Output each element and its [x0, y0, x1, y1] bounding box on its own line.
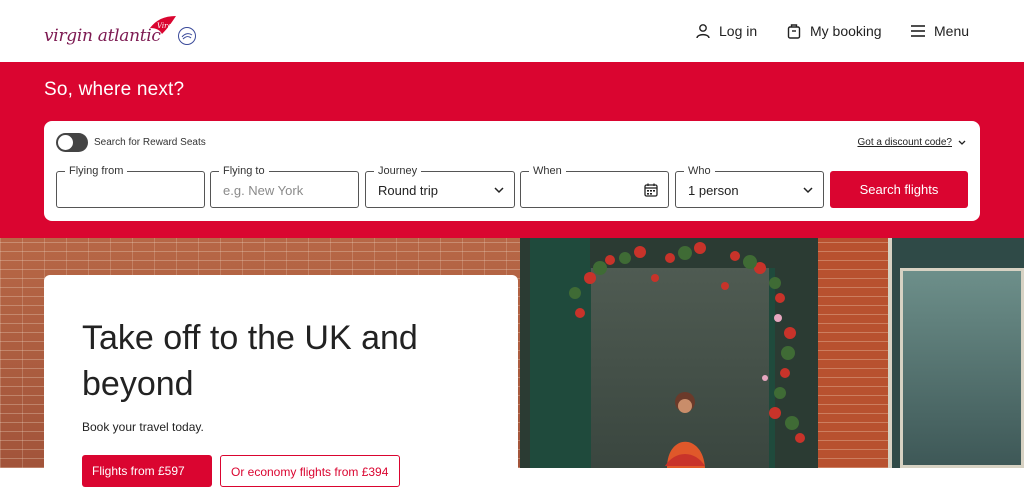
- search-flights-button[interactable]: Search flights: [830, 171, 968, 208]
- toggle-knob: [58, 135, 73, 150]
- my-booking-label: My booking: [810, 23, 882, 39]
- journey-label: Journey: [374, 164, 422, 178]
- virgin-atlantic-logo[interactable]: virgin atlantic Virgin: [44, 14, 204, 50]
- virgin-flag-icon: Virgin: [150, 16, 178, 34]
- reward-seats-label: Search for Reward Seats: [94, 137, 206, 148]
- person-photo: [665, 392, 705, 468]
- flight-search-panel: Search for Reward Seats Got a discount c…: [44, 121, 980, 221]
- hamburger-icon: [911, 25, 925, 37]
- discount-code-link[interactable]: Got a discount code?: [857, 137, 966, 148]
- flying-to-label: Flying to: [219, 164, 269, 178]
- reward-seats-toggle[interactable]: [56, 133, 88, 152]
- flights-deal-button[interactable]: Flights from £597: [82, 455, 212, 487]
- flying-from-label: Flying from: [65, 164, 128, 178]
- menu-button[interactable]: Menu: [910, 18, 969, 44]
- chevron-down-icon: [803, 187, 813, 194]
- when-date-field[interactable]: When: [520, 164, 669, 208]
- skyteam-seal-icon: [178, 27, 196, 45]
- flying-to-field[interactable]: Flying to e.g. New York: [210, 164, 359, 208]
- site-header: virgin atlantic Virgin Log in My booking: [0, 0, 1024, 62]
- journey-select[interactable]: Journey Round trip: [365, 164, 515, 208]
- logo-text: virgin atlantic: [44, 26, 161, 46]
- promo-title: Take off to the UK and beyond: [82, 319, 418, 403]
- briefcase-icon: [787, 24, 801, 39]
- when-label: When: [529, 164, 566, 178]
- menu-label: Menu: [934, 23, 970, 39]
- login-label: Log in: [719, 23, 758, 39]
- chevron-down-icon: [494, 187, 504, 194]
- who-value: 1 person: [688, 183, 739, 198]
- who-label: Who: [684, 164, 715, 178]
- flying-from-field[interactable]: Flying from: [56, 164, 205, 208]
- svg-text:Virgin: Virgin: [157, 22, 178, 30]
- user-icon: [696, 24, 710, 39]
- who-passengers-select[interactable]: Who 1 person: [675, 164, 824, 208]
- promo-card: Take off to the UK and beyond Book your …: [44, 275, 518, 487]
- journey-value: Round trip: [378, 183, 438, 198]
- flying-to-placeholder: e.g. New York: [223, 183, 304, 198]
- chevron-down-icon: [958, 140, 966, 145]
- right-window-display: [900, 268, 1024, 468]
- search-band: So, where next? Search for Reward Seats …: [0, 62, 1024, 238]
- calendar-icon[interactable]: [644, 183, 658, 197]
- promo-subtitle: Book your travel today.: [82, 420, 204, 434]
- economy-deal-button[interactable]: Or economy flights from £394: [220, 455, 400, 487]
- tagline: So, where next?: [44, 79, 185, 100]
- discount-code-label[interactable]: Got a discount code?: [857, 137, 952, 148]
- my-booking-link[interactable]: My booking: [786, 18, 882, 44]
- login-link[interactable]: Log in: [695, 18, 757, 44]
